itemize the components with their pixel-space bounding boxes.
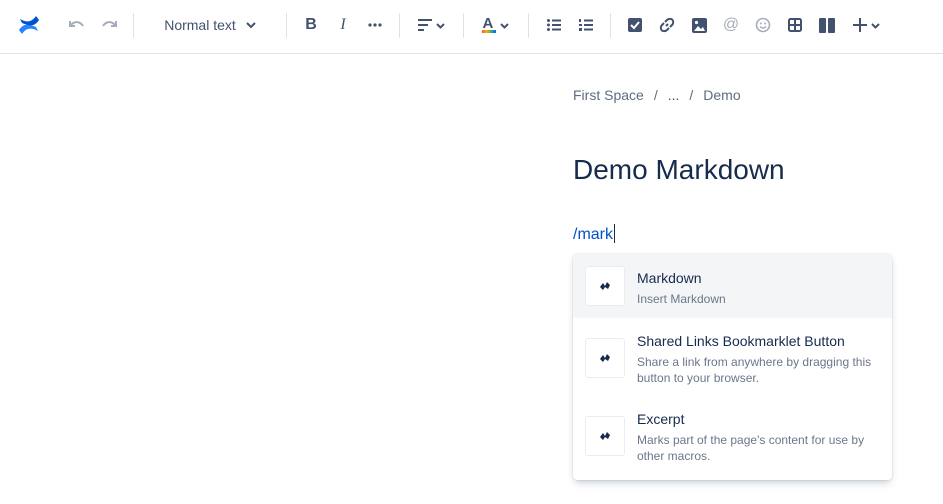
menu-item-description: Insert Markdown <box>637 292 726 306</box>
toolbar-divider <box>463 13 464 38</box>
menu-item-name: Markdown <box>637 270 702 286</box>
chevron-down-icon <box>499 22 509 29</box>
menu-item-shared-links-bookmarklet[interactable]: Shared Links Bookmarklet Button Share a … <box>573 318 892 398</box>
numbered-list-icon[interactable] <box>575 12 597 38</box>
menu-item-name: Excerpt <box>637 411 685 427</box>
insert-dropdown[interactable] <box>850 12 882 38</box>
text-cursor <box>614 224 615 243</box>
macro-icon <box>585 416 625 456</box>
menu-item-markdown[interactable]: Markdown Insert Markdown <box>573 254 892 318</box>
breadcrumb-item-ellipsis[interactable]: ... <box>668 87 680 103</box>
action-item-icon[interactable] <box>624 12 646 38</box>
toolbar-divider <box>286 13 287 38</box>
breadcrumb-separator: / <box>689 87 694 103</box>
breadcrumb-separator: / <box>653 87 658 103</box>
link-icon[interactable] <box>656 12 678 38</box>
editor-command-input[interactable]: /mark <box>573 224 615 244</box>
emoji-icon[interactable] <box>752 12 774 38</box>
toolbar-divider <box>610 13 611 38</box>
menu-item-description: Marks part of the page's content for use… <box>637 433 865 463</box>
table-icon[interactable] <box>784 12 806 38</box>
bold-icon[interactable]: B <box>300 12 322 38</box>
confluence-logo-icon[interactable] <box>16 12 42 38</box>
macro-icon <box>585 338 625 378</box>
redo-icon[interactable] <box>98 12 120 38</box>
layouts-icon[interactable] <box>816 12 838 38</box>
breadcrumb-item-space[interactable]: First Space <box>573 87 644 103</box>
mention-icon[interactable]: @ <box>720 12 742 38</box>
text-color-icon: A <box>481 15 496 34</box>
italic-icon[interactable]: I <box>332 12 354 38</box>
bullet-list-icon[interactable] <box>543 12 565 38</box>
toolbar-divider <box>399 13 400 38</box>
menu-item-description: Share a link from anywhere by dragging t… <box>637 355 872 385</box>
page-title[interactable]: Demo Markdown <box>573 154 785 186</box>
slash-command-text: /mark <box>573 226 613 243</box>
text-color-dropdown[interactable]: A <box>478 12 512 38</box>
align-left-icon <box>417 19 432 31</box>
toolbar-divider <box>133 13 134 38</box>
alignment-dropdown[interactable] <box>414 12 448 38</box>
breadcrumb: First Space / ... / Demo <box>573 87 741 103</box>
text-style-label: Normal text <box>164 17 236 33</box>
undo-icon[interactable] <box>66 12 88 38</box>
macro-icon <box>585 266 625 306</box>
editor-toolbar: Normal text B I A @ <box>0 0 943 54</box>
macro-suggestion-menu: Markdown Insert Markdown Shared Links Bo… <box>573 254 892 480</box>
menu-item-name: Shared Links Bookmarklet Button <box>637 333 845 349</box>
image-icon[interactable] <box>688 12 710 38</box>
plus-icon <box>852 18 867 32</box>
toolbar-divider <box>528 13 529 38</box>
menu-item-excerpt[interactable]: Excerpt Marks part of the page's content… <box>573 398 892 480</box>
chevron-down-icon <box>870 22 880 29</box>
more-formatting-icon[interactable] <box>364 12 386 38</box>
breadcrumb-item-demo[interactable]: Demo <box>703 87 740 103</box>
text-style-dropdown[interactable]: Normal text <box>152 12 268 38</box>
chevron-down-icon <box>435 22 445 29</box>
chevron-down-icon <box>246 22 256 29</box>
